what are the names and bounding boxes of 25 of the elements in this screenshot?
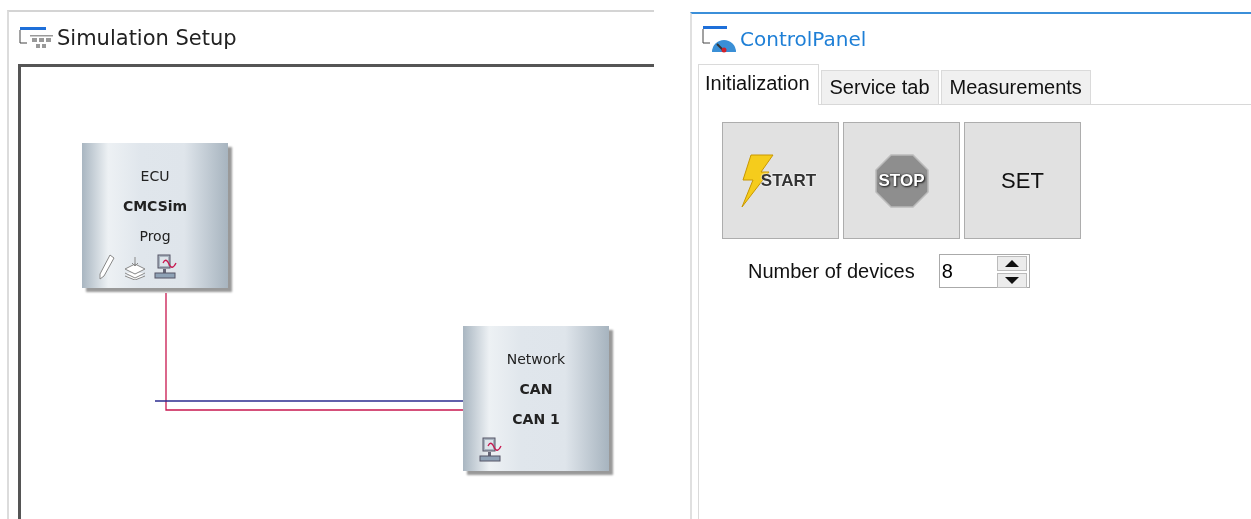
node-label: CMCSim (122, 197, 188, 216)
node-label: ECU (140, 167, 170, 186)
window-title: ControlPanel (740, 27, 867, 51)
set-button[interactable]: SET (964, 122, 1081, 239)
node-label: CAN (519, 380, 553, 399)
start-button[interactable]: START (722, 122, 839, 239)
diagram-node[interactable]: Network CAN CAN 1 (463, 326, 609, 471)
increment-button[interactable] (996, 256, 1027, 271)
node-label: Network (506, 350, 566, 369)
stack-icon (124, 256, 146, 280)
stop-sign-icon (875, 154, 929, 208)
field-label: Number of devices (748, 259, 915, 283)
pencil-icon (98, 254, 116, 280)
diagram-node[interactable]: ECU CMCSim Prog (82, 143, 228, 288)
node-label: CAN 1 (512, 410, 560, 429)
tab[interactable]: Measurements (940, 70, 1091, 104)
network-window-icon (19, 26, 55, 50)
network-monitor-icon (479, 437, 503, 463)
window-title: Simulation Setup (57, 26, 237, 50)
decrement-button[interactable] (996, 273, 1027, 288)
network-monitor-icon (154, 254, 178, 280)
gauge-window-icon (702, 25, 738, 53)
node-label: Prog (139, 227, 171, 246)
tab[interactable]: Service tab (820, 70, 939, 104)
tab[interactable]: Initialization (698, 64, 819, 105)
